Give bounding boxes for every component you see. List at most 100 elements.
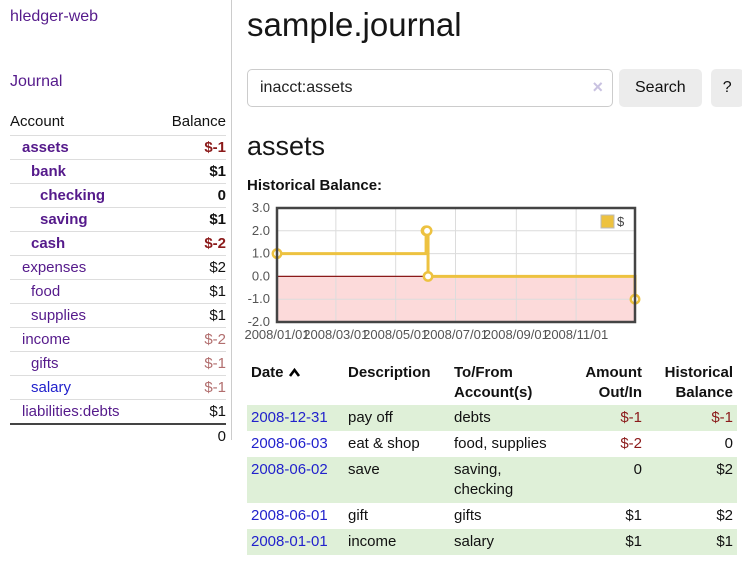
- accounts-total-balance: 0: [154, 424, 226, 448]
- y-tick-label: -1.0: [248, 291, 270, 306]
- help-button[interactable]: ?: [711, 69, 742, 107]
- legend-label: $: [617, 214, 625, 229]
- account-link[interactable]: gifts: [31, 355, 59, 372]
- account-link[interactable]: saving: [40, 211, 88, 228]
- account-balance: $1: [154, 280, 226, 304]
- transactions-table: Date Description To/FromAccount(s) Amoun…: [247, 361, 737, 555]
- x-tick-label: 2008/01/01: [244, 327, 309, 342]
- search-input-wrap: ×: [247, 69, 613, 107]
- accounts-header-account: Account: [10, 110, 154, 136]
- transaction-row: 2008-01-01incomesalary$1$1: [247, 529, 737, 555]
- account-link[interactable]: bank: [31, 163, 66, 180]
- account-link[interactable]: cash: [31, 235, 65, 252]
- account-balance: $2: [154, 256, 226, 280]
- transaction-balance: $2: [646, 457, 737, 503]
- th-balance: HistoricalBalance: [646, 361, 737, 405]
- accounts-table-body: assets$-1bank$1checking0saving$1cash$-2e…: [10, 136, 226, 449]
- transaction-row: 2008-06-02 savesaving, checking0$2: [247, 457, 737, 503]
- transaction-date-link[interactable]: 2008-06-01: [251, 507, 328, 524]
- transaction-description: save: [344, 457, 450, 503]
- sidebar: hledger-web Journal Account Balance asse…: [0, 0, 232, 555]
- account-balance: 0: [154, 184, 226, 208]
- transaction-description: income: [344, 529, 450, 555]
- account-heading: assets: [247, 131, 742, 162]
- search-input[interactable]: [247, 69, 613, 107]
- accounts-header-balance: Balance: [154, 110, 226, 136]
- account-link[interactable]: income: [22, 331, 70, 348]
- transaction-row: 2008-06-03eat & shopfood, supplies$-20: [247, 431, 737, 457]
- transaction-row: 2008-12-31pay offdebts$-1$-1: [247, 405, 737, 431]
- account-link[interactable]: assets: [22, 139, 69, 156]
- account-link[interactable]: food: [31, 283, 60, 300]
- main-content: sample.journal × Search ? assets Histori…: [232, 0, 742, 555]
- x-tick-label: 2008/03/01: [303, 327, 368, 342]
- account-row: checking 0: [10, 184, 226, 208]
- x-tick-label: 2008/11/01: [544, 327, 608, 342]
- transaction-description: pay off: [344, 405, 450, 431]
- account-row: gifts $-1: [10, 352, 226, 376]
- transaction-date-link[interactable]: 2008-12-31: [251, 409, 328, 426]
- data-point-marker: [424, 272, 432, 280]
- account-row: income$-2: [10, 328, 226, 352]
- y-tick-label: 3.0: [252, 200, 270, 215]
- account-link[interactable]: expenses: [22, 259, 86, 276]
- transaction-accounts: saving, checking: [450, 457, 566, 503]
- search-button[interactable]: Search: [619, 69, 702, 107]
- th-date[interactable]: Date: [247, 361, 344, 405]
- sidebar-item-journal[interactable]: Journal: [10, 73, 62, 90]
- search-bar: × Search ?: [247, 69, 742, 107]
- x-tick-label: 2008/05/01: [363, 327, 428, 342]
- account-balance: $-1: [154, 352, 226, 376]
- y-tick-label: 2.0: [252, 223, 270, 238]
- account-row: salary $-1: [10, 376, 226, 400]
- account-row: expenses $2: [10, 256, 226, 280]
- accounts-total-row: 0: [10, 424, 226, 448]
- transaction-amount: $-1: [566, 405, 646, 431]
- account-link[interactable]: salary: [31, 379, 71, 396]
- app-title: hledger-web: [10, 8, 226, 26]
- x-tick-label: 2008/07/01: [423, 327, 488, 342]
- account-link[interactable]: liabilities:debts: [22, 403, 120, 420]
- chart-title: Historical Balance:: [247, 177, 742, 194]
- account-row: food $1: [10, 280, 226, 304]
- legend-swatch: [601, 215, 614, 228]
- account-row: saving $1: [10, 208, 226, 232]
- account-balance: $1: [154, 304, 226, 328]
- transaction-accounts: salary: [450, 529, 566, 555]
- app: hledger-web Journal Account Balance asse…: [0, 0, 742, 555]
- transaction-amount: $1: [566, 529, 646, 555]
- account-row: bank $1: [10, 160, 226, 184]
- transaction-amount: 0: [566, 457, 646, 503]
- transaction-date-link[interactable]: 2008-06-02: [251, 461, 328, 478]
- th-description: Description: [344, 361, 450, 405]
- y-tick-label: 0.0: [252, 268, 270, 283]
- transaction-date-link[interactable]: 2008-06-03: [251, 435, 328, 452]
- transaction-balance: $-1: [646, 405, 737, 431]
- sort-ascending-icon: [288, 367, 301, 378]
- transaction-row: 2008-06-01giftgifts$1$2: [247, 503, 737, 529]
- transaction-description: gift: [344, 503, 450, 529]
- account-balance: $1: [154, 208, 226, 232]
- transaction-amount: $-2: [566, 431, 646, 457]
- th-amount: AmountOut/In: [566, 361, 646, 405]
- transaction-balance: $1: [646, 529, 737, 555]
- transaction-accounts: food, supplies: [450, 431, 566, 457]
- account-link[interactable]: checking: [40, 187, 105, 204]
- historical-balance-chart: $3.02.01.00.0-1.0-2.02008/01/012008/03/0…: [247, 203, 742, 345]
- th-accounts: To/FromAccount(s): [450, 361, 566, 405]
- sidebar-nav: Journal: [10, 73, 226, 91]
- account-balance: $1: [154, 160, 226, 184]
- transaction-date-link[interactable]: 2008-01-01: [251, 533, 328, 550]
- transaction-accounts: debts: [450, 405, 566, 431]
- x-tick-label: 2008/09/01: [484, 327, 549, 342]
- clear-search-icon[interactable]: ×: [592, 77, 603, 97]
- account-row: assets $-1: [10, 136, 226, 160]
- account-balance: $-1: [154, 136, 226, 160]
- app-title-link[interactable]: hledger-web: [10, 8, 98, 25]
- account-row: cash$-2: [10, 232, 226, 256]
- page-title: sample.journal: [247, 6, 742, 44]
- account-balance: $-1: [154, 376, 226, 400]
- account-link[interactable]: supplies: [31, 307, 86, 324]
- y-tick-label: 1.0: [252, 246, 270, 261]
- accounts-header-row: Account Balance: [10, 110, 226, 136]
